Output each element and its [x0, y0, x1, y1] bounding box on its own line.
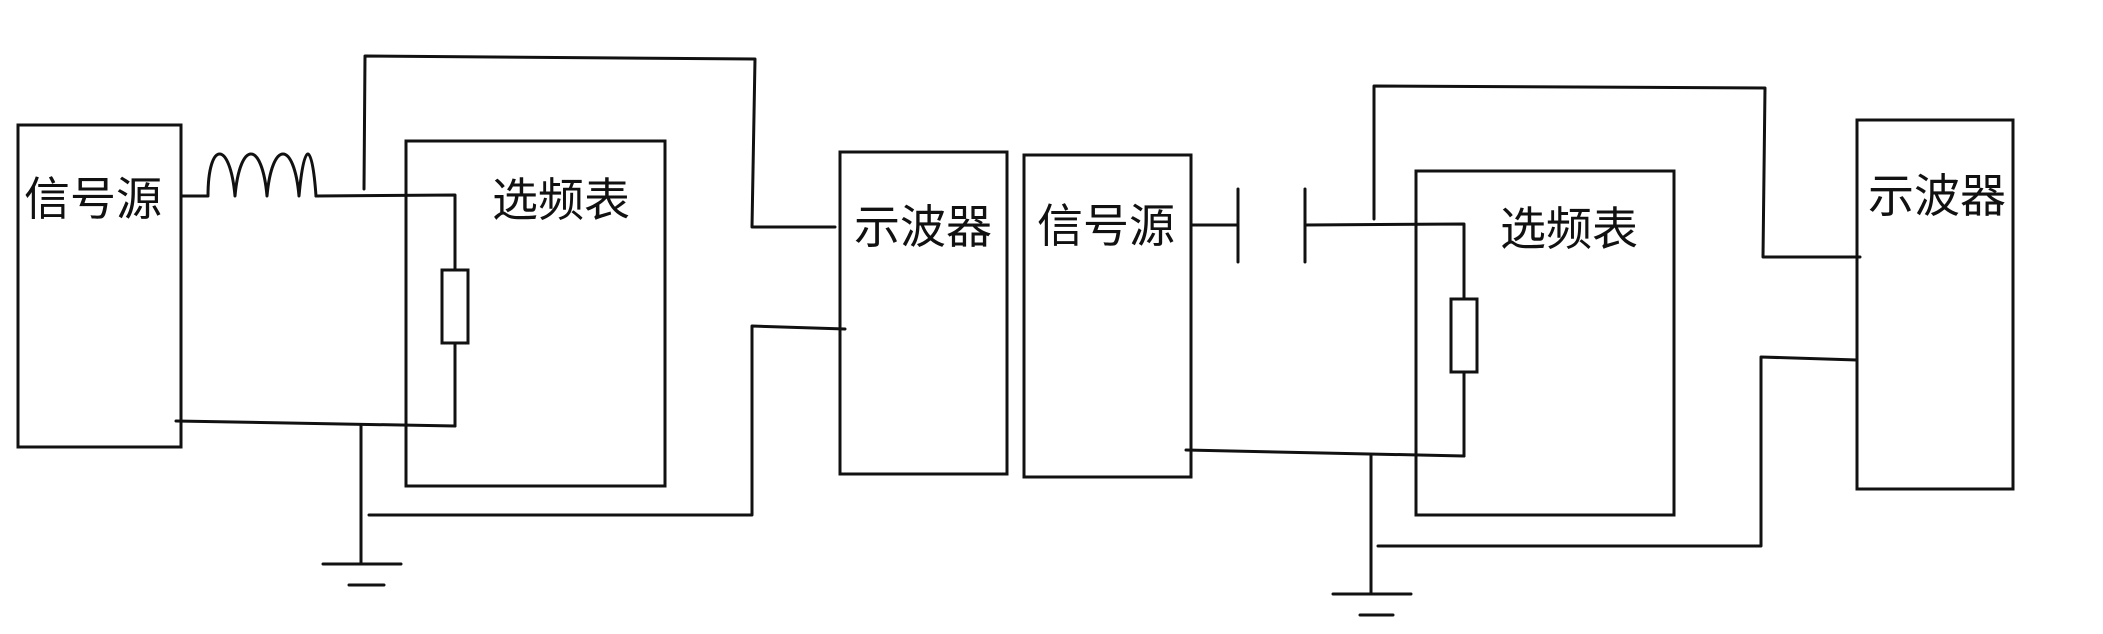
signal-source-label-left: 信号源 — [24, 172, 162, 226]
selective-meter-label-left: 选频表 — [492, 173, 630, 227]
resistor-left — [440, 268, 470, 345]
circuit-right: 信号源 选频表 示波器 — [1022, 84, 2015, 617]
wire-top-left — [314, 193, 457, 272]
circuit-diagram-canvas: 信号源 选频表 示波器 信号源 选频表 示波器 — [0, 0, 2103, 634]
resistor-right — [1449, 297, 1479, 374]
ground-symbol-left — [321, 562, 403, 587]
oscilloscope-label-left: 示波器 — [854, 200, 992, 254]
selective-meter-label-right: 选频表 — [1500, 202, 1638, 256]
circuit-diagram: 信号源 选频表 示波器 信号源 选频表 示波器 — [16, 54, 2015, 617]
wire-bottom-right — [1184, 448, 1466, 458]
capacitor-right — [1236, 187, 1307, 264]
signal-source-label-right: 信号源 — [1037, 199, 1175, 253]
oscilloscope-label-right: 示波器 — [1868, 169, 2006, 223]
wire-bottom-left — [174, 419, 457, 428]
wire-top-right — [1303, 222, 1466, 301]
probe-wire-bottom-right — [1376, 355, 1859, 548]
inductor-left — [179, 152, 318, 198]
ground-symbol-right — [1331, 592, 1413, 617]
circuit-left: 信号源 选频表 示波器 — [16, 54, 1009, 587]
